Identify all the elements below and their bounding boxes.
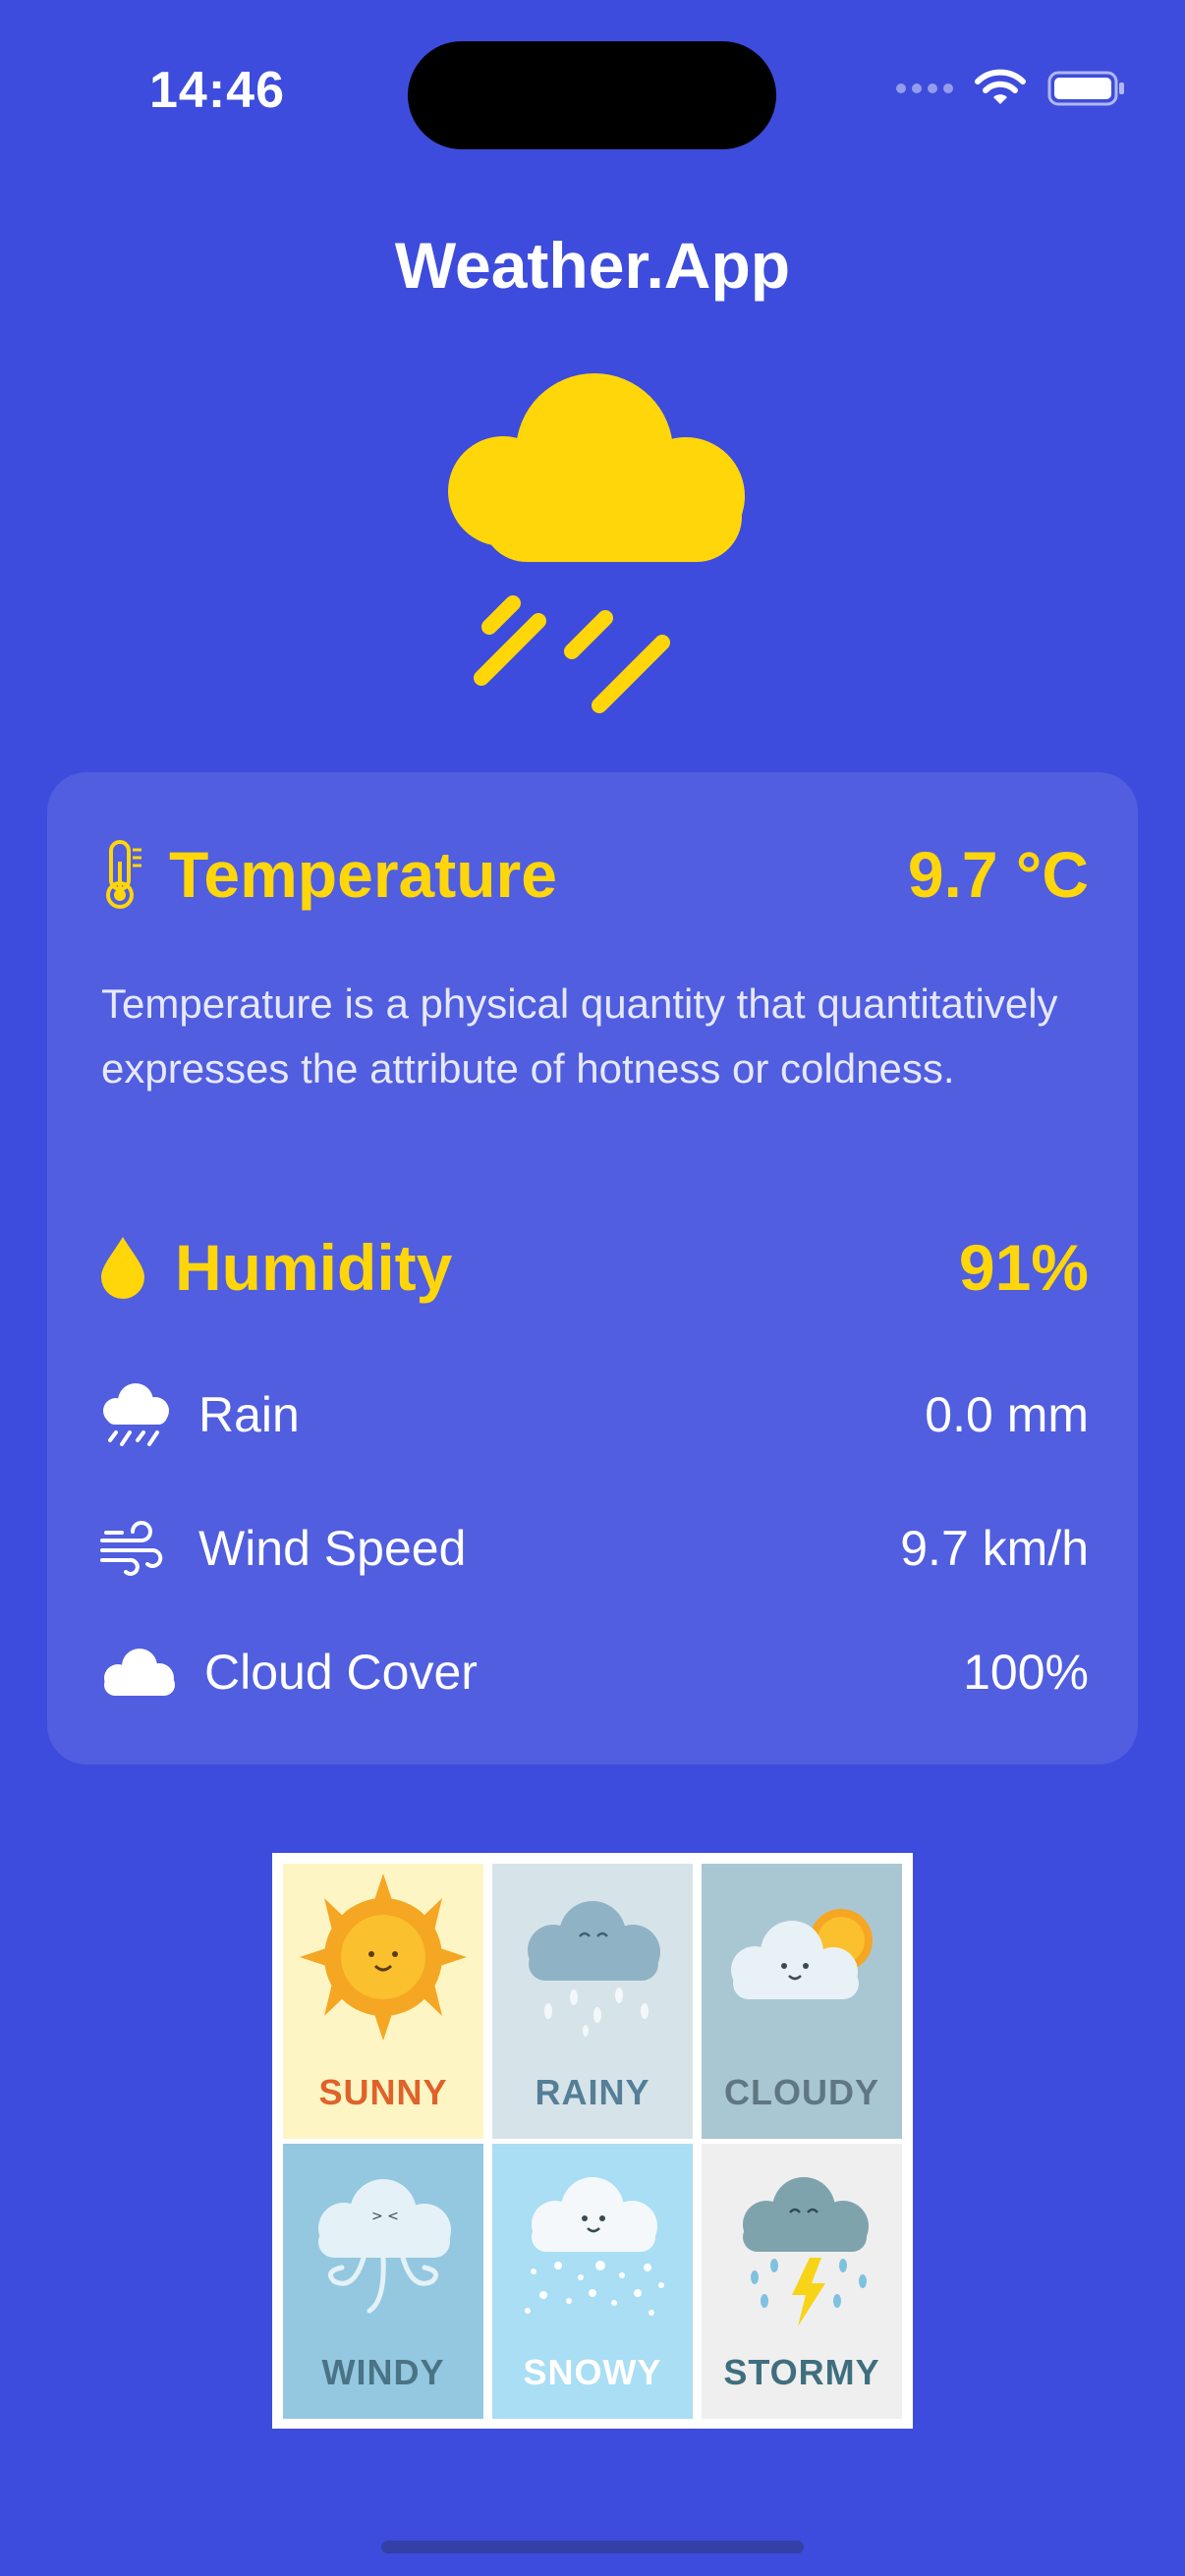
rainy-cloud-icon [528,1901,660,2037]
wifi-icon [975,69,1026,104]
droplet-icon [98,1235,147,1300]
stormy-label: STORMY [723,2352,880,2392]
home-indicator[interactable] [381,2541,804,2553]
rainy-tile: RAINY [492,1864,693,2139]
windy-tile: > < WINDY [283,2144,483,2419]
status-time: 14:46 [149,62,285,119]
cloud-icon [98,1647,177,1698]
sun-icon [300,1874,467,2041]
cloud-sun-icon [731,1909,873,1999]
snowy-label: SNOWY [523,2352,662,2392]
rainy-label: RAINY [535,2072,650,2112]
sunny-tile: SUNNY [283,1864,483,2139]
humidity-value: 91% [958,1231,1089,1304]
snowy-tile: SNOWY [492,2144,693,2419]
humidity-row: Humidity 91% [98,1228,1089,1307]
rain-row: Rain 0.0 mm [98,1375,1089,1454]
rain-cloud-icon [448,373,745,713]
weather-types-image: SUNNY RAINY CLOUDY > < WINDY SNOWY STORM… [272,1853,913,2429]
temperature-description: Temperature is a physical quantity that … [101,980,1058,1092]
thermometer-icon [98,838,147,911]
weather-info-card: Temperature 9.7 °C Temperature is a phys… [47,772,1138,1764]
wind-row: Wind Speed 9.7 km/h [98,1509,1089,1588]
rain-label: Rain [198,1387,300,1442]
dynamic-island [408,41,776,149]
cloudy-label: CLOUDY [724,2072,879,2112]
sunny-label: SUNNY [318,2072,448,2112]
rain-value: 0.0 mm [925,1387,1089,1442]
status-icons [896,69,1126,108]
windy-cloud-icon: > < [318,2179,451,2314]
wind-icon [98,1519,167,1578]
signal-icon [896,84,953,93]
svg-text:> <: > < [371,2209,399,2224]
windy-label: WINDY [321,2352,445,2392]
app-title: Weather.App [394,229,791,302]
wind-speed-value: 9.7 km/h [900,1521,1089,1576]
battery-icon [1047,71,1124,106]
storm-cloud-icon [743,2177,869,2326]
snow-cloud-icon [525,2177,664,2316]
temperature-row: Temperature 9.7 °C [98,835,1089,914]
cloud-rain-icon [98,1379,173,1450]
wind-speed-label: Wind Speed [198,1521,467,1576]
cloud-cover-row: Cloud Cover 100% [98,1633,1089,1711]
humidity-label: Humidity [175,1231,453,1304]
cloud-cover-label: Cloud Cover [204,1645,478,1700]
stormy-tile: STORMY [702,2144,902,2419]
cloud-cover-value: 100% [963,1645,1089,1700]
temperature-label: Temperature [169,838,557,911]
cloudy-tile: CLOUDY [702,1864,902,2139]
temperature-value: 9.7 °C [907,838,1089,911]
